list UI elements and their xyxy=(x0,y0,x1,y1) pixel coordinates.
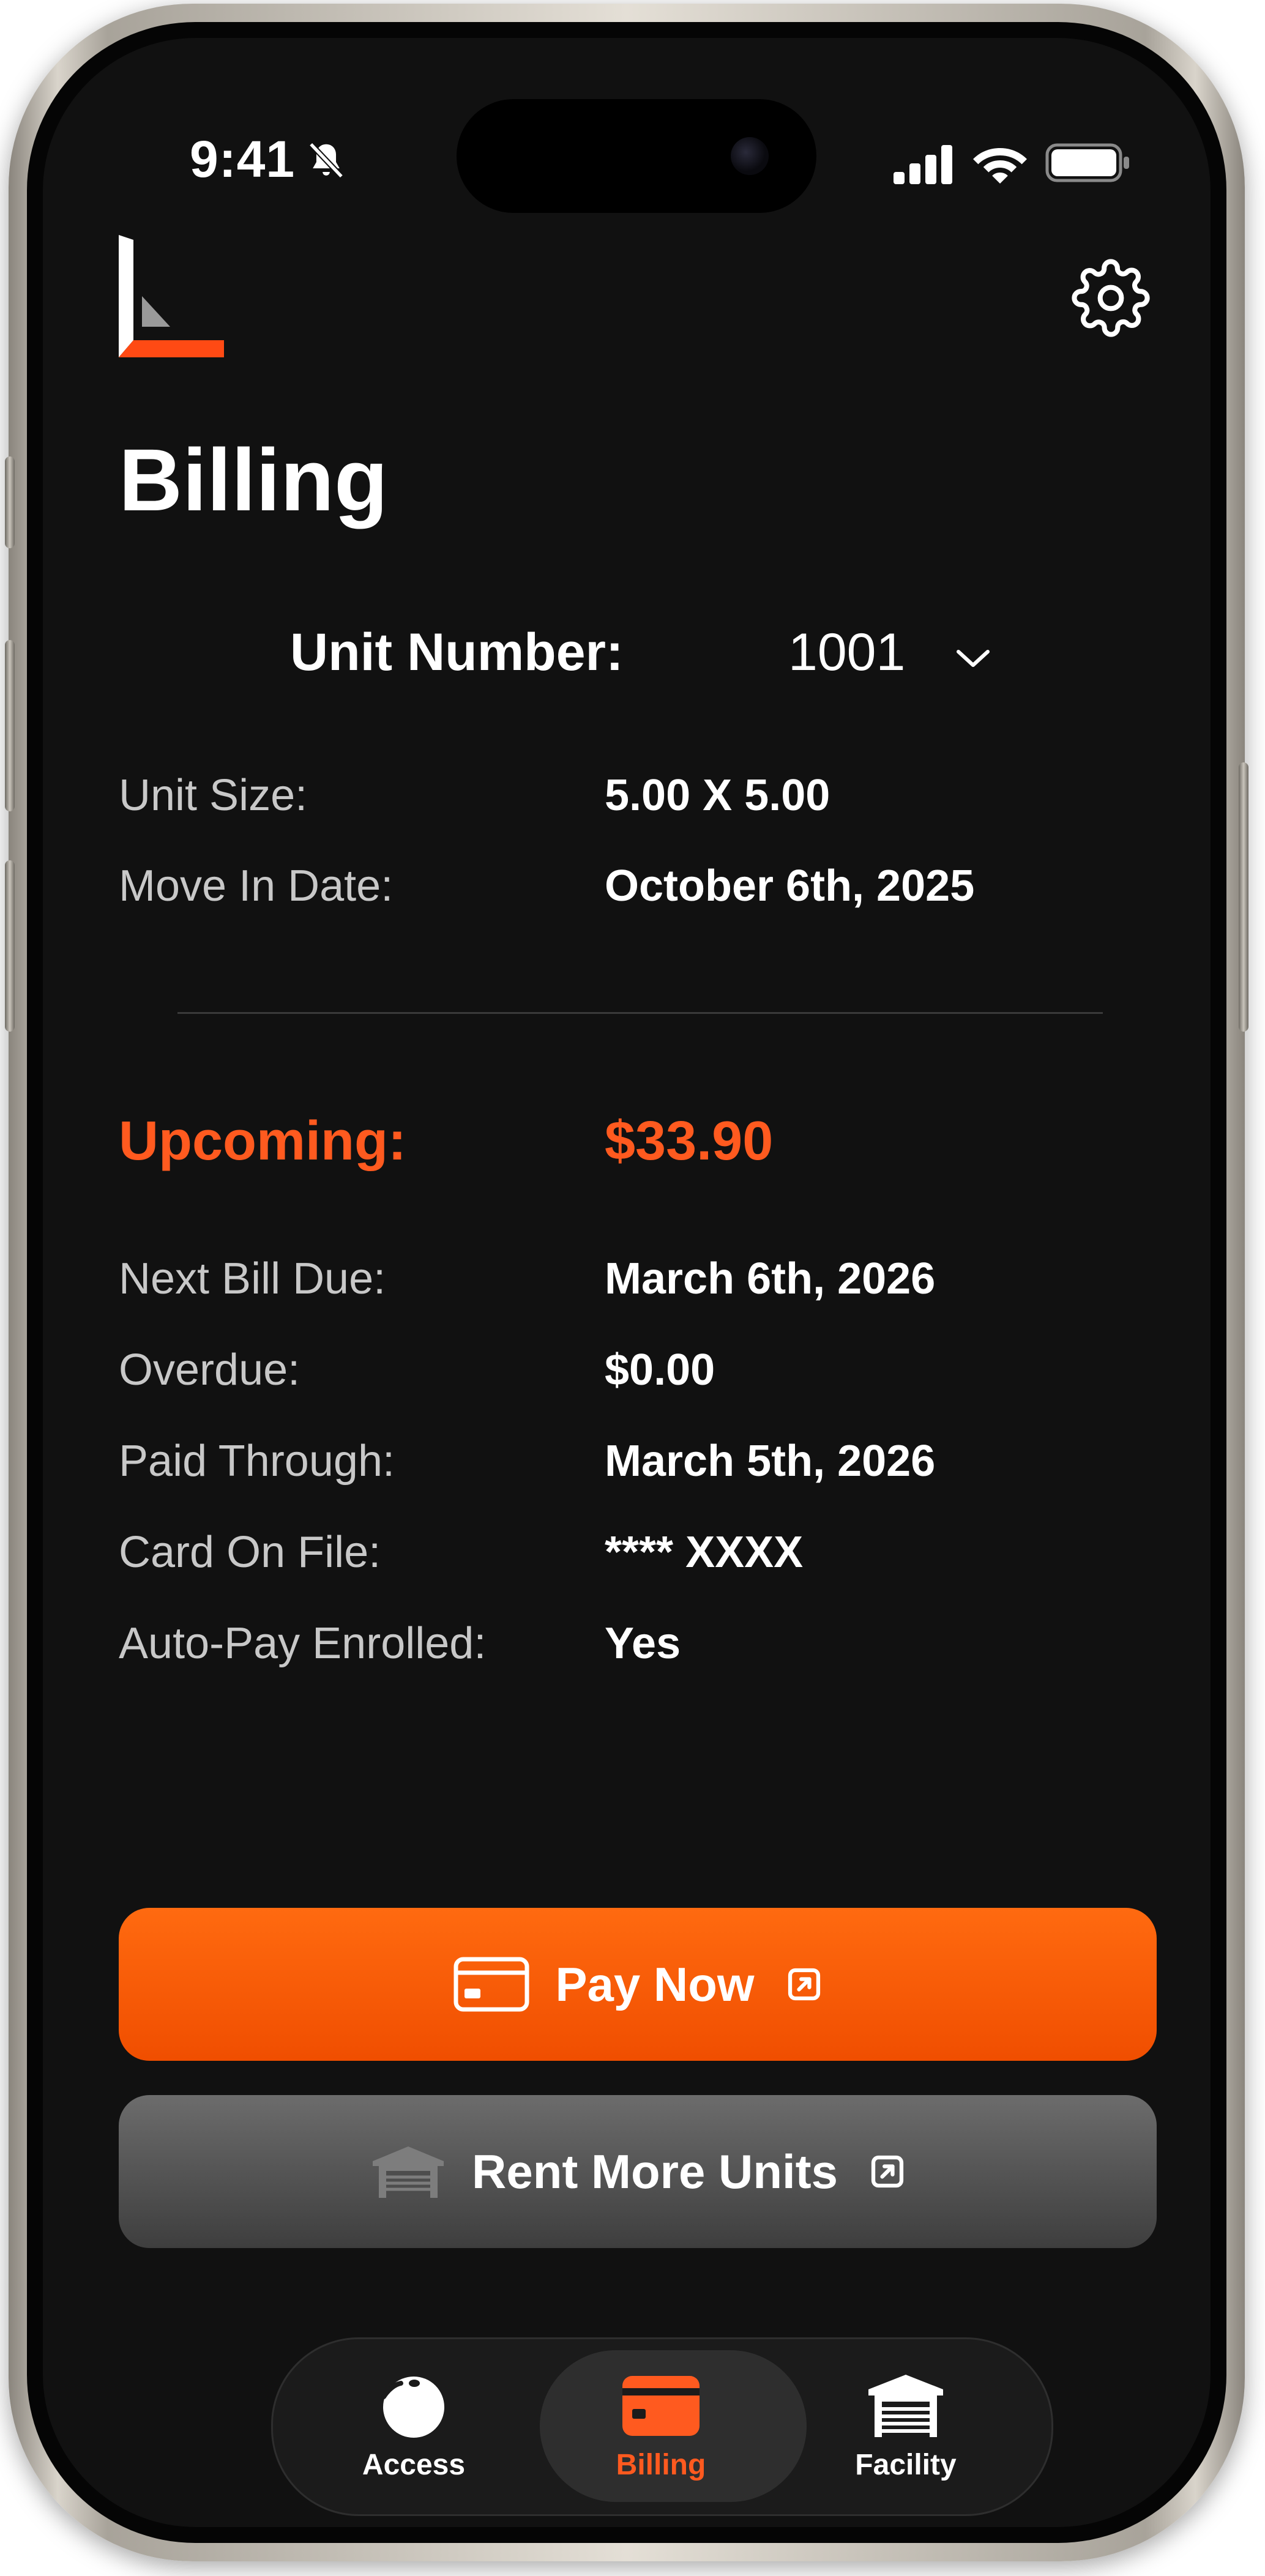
rent-more-units-label: Rent More Units xyxy=(471,2144,838,2198)
next-bill-due-label: Next Bill Due: xyxy=(119,1254,386,1303)
unit-size-value: 5.00 X 5.00 xyxy=(605,771,830,820)
storage-unit-icon xyxy=(372,2146,444,2198)
unit-number-value[interactable]: 1001 xyxy=(788,622,905,683)
credit-card-icon xyxy=(622,2375,700,2436)
wifi-icon xyxy=(973,148,1027,184)
next-bill-due-value: March 6th, 2026 xyxy=(605,1254,936,1303)
auto-pay-label: Auto-Pay Enrolled: xyxy=(119,1619,487,1668)
status-bar: 9:41 xyxy=(43,38,1211,213)
phone-frame: 9:41 Billing Unit Number: 1001 Unit Size… xyxy=(5,4,1248,2561)
tab-billing[interactable]: Billing xyxy=(532,2339,789,2514)
pay-now-label: Pay Now xyxy=(555,1957,755,2011)
tab-access[interactable]: Access xyxy=(285,2339,542,2514)
tab-facility[interactable]: Facility xyxy=(777,2339,1034,2514)
unit-selector[interactable]: Unit Number: 1001 xyxy=(43,622,1211,696)
auto-pay-value: Yes xyxy=(605,1619,681,1668)
storage-unit-icon xyxy=(868,2374,943,2437)
chevron-down-icon[interactable] xyxy=(953,643,993,672)
tab-bar: Access Billing Facility xyxy=(271,2337,1053,2516)
status-time: 9:41 xyxy=(190,130,296,188)
unit-size-label: Unit Size: xyxy=(119,771,308,820)
gear-icon[interactable] xyxy=(1071,258,1151,338)
upcoming-label: Upcoming: xyxy=(119,1111,406,1172)
overdue-value: $0.00 xyxy=(605,1346,715,1394)
page-title: Billing xyxy=(119,431,388,529)
card-on-file-label: Card On File: xyxy=(119,1528,381,1577)
phone-bezel: 9:41 Billing Unit Number: 1001 Unit Size… xyxy=(27,22,1226,2543)
credit-card-icon xyxy=(453,1957,529,2012)
tab-facility-label: Facility xyxy=(855,2448,957,2481)
rent-more-units-button[interactable]: Rent More Units xyxy=(119,2095,1157,2248)
card-on-file-value: **** XXXX xyxy=(605,1528,804,1577)
tab-access-label: Access xyxy=(362,2448,466,2481)
dynamic-island xyxy=(457,99,816,213)
bell-slash-icon xyxy=(308,142,344,179)
external-link-icon xyxy=(871,2155,904,2188)
pay-now-button[interactable]: Pay Now xyxy=(119,1908,1157,2061)
external-link-icon xyxy=(788,1968,820,2001)
move-in-date-value: October 6th, 2025 xyxy=(605,862,975,910)
tab-billing-label: Billing xyxy=(616,2448,706,2481)
volume-down-button xyxy=(5,860,15,1032)
app-logo xyxy=(119,235,224,357)
access-icon xyxy=(381,2376,444,2438)
divider xyxy=(177,1012,1103,1014)
paid-through-label: Paid Through: xyxy=(119,1437,395,1486)
move-in-date-label: Move In Date: xyxy=(119,862,394,910)
overdue-label: Overdue: xyxy=(119,1346,300,1394)
volume-up-button xyxy=(5,640,15,811)
signal-icon xyxy=(894,145,952,184)
battery-icon xyxy=(1045,143,1129,182)
action-button xyxy=(5,456,15,548)
screen: 9:41 Billing Unit Number: 1001 Unit Size… xyxy=(43,38,1211,2527)
upcoming-amount: $33.90 xyxy=(605,1111,774,1172)
paid-through-value: March 5th, 2026 xyxy=(605,1437,936,1486)
camera-icon xyxy=(731,137,769,175)
power-button xyxy=(1239,762,1248,1032)
unit-number-label: Unit Number: xyxy=(290,623,624,682)
